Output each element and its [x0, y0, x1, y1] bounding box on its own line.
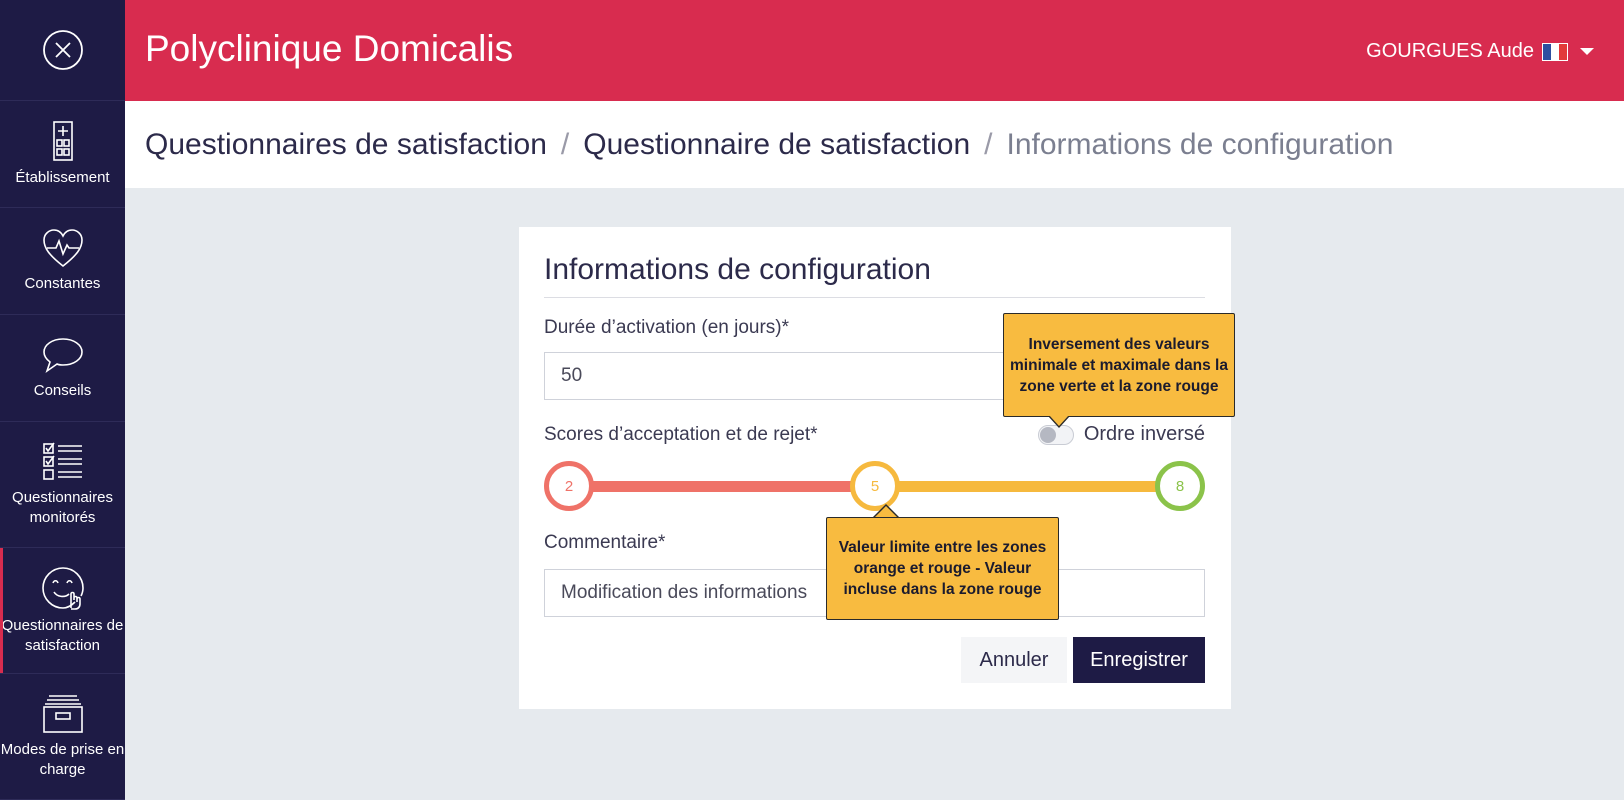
- sidebar-item-label: Questionnaires monitorés: [12, 488, 113, 526]
- sidebar-item-label: Établissement: [15, 169, 110, 186]
- sidebar-item-label: Conseils: [33, 382, 92, 399]
- chevron-down-icon: [1580, 48, 1594, 55]
- close-icon: [42, 30, 83, 70]
- reverse-order-tooltip: Inversement des valeurs minimale et maxi…: [1003, 313, 1235, 417]
- cancel-button[interactable]: Annuler: [961, 637, 1067, 683]
- smiley-icon: [41, 566, 85, 610]
- breadcrumb-separator: /: [560, 127, 570, 161]
- breadcrumb-current: Informations de configuration: [1006, 127, 1394, 161]
- red-zone-track: [568, 481, 874, 492]
- limit-value-tooltip: Valeur limite entre les zones orange et …: [826, 517, 1059, 620]
- configuration-card: Informations de configuration Durée d’ac…: [519, 227, 1231, 709]
- sidebar-item-questionnaires-satisfaction[interactable]: Questionnaires de satisfaction: [0, 548, 125, 674]
- checklist-icon: [42, 442, 84, 482]
- sidebar-item-modes-prise-en-charge[interactable]: Modes de prise en charge: [0, 674, 125, 800]
- app-title: Polyclinique Domicalis: [145, 28, 514, 69]
- tooltip-arrow: [1048, 415, 1070, 428]
- comment-label: Commentaire*: [544, 532, 666, 553]
- close-menu-button[interactable]: [0, 0, 125, 101]
- breadcrumb: Questionnaires de satisfaction / Questio…: [125, 101, 1624, 188]
- heart-pulse-icon: [41, 228, 85, 268]
- sidebar-item-etablissement[interactable]: Établissement: [0, 101, 125, 208]
- archive-box-icon: [41, 694, 85, 734]
- france-flag-icon: [1542, 42, 1568, 61]
- breadcrumb-separator: /: [984, 127, 993, 161]
- breadcrumb-link-questionnaire[interactable]: Questionnaire de satisfaction: [583, 128, 970, 162]
- divider: [544, 297, 1205, 298]
- orange-zone-track: [874, 481, 1181, 492]
- tooltip-arrow: [872, 504, 900, 519]
- duration-label: Durée d’activation (en jours)*: [544, 317, 790, 338]
- sidebar: Établissement Constantes Conseils Questi…: [0, 0, 125, 800]
- min-score-handle[interactable]: 2: [544, 461, 594, 511]
- card-title: Informations de configuration: [544, 253, 931, 286]
- user-menu[interactable]: GOURGUES Aude: [1366, 40, 1594, 63]
- sidebar-item-label: Questionnaires de satisfaction: [1, 616, 124, 654]
- save-button[interactable]: Enregistrer: [1073, 637, 1205, 683]
- speech-bubble-icon: [41, 335, 85, 375]
- breadcrumb-link-questionnaires[interactable]: Questionnaires de satisfaction: [145, 128, 547, 162]
- toggle-knob: [1039, 426, 1056, 443]
- top-header: Polyclinique Domicalis GOURGUES Aude: [125, 0, 1624, 101]
- hospital-icon: [51, 120, 75, 162]
- scores-label: Scores d’acceptation et de rejet*: [544, 424, 818, 445]
- sidebar-item-label: Constantes: [24, 275, 101, 292]
- user-name: GOURGUES Aude: [1366, 40, 1534, 62]
- reverse-order-label: Ordre inversé: [1083, 423, 1205, 445]
- form-actions: Annuler Enregistrer: [961, 637, 1205, 683]
- sidebar-item-conseils[interactable]: Conseils: [0, 315, 125, 422]
- sidebar-item-label: Modes de prise en charge: [0, 740, 125, 778]
- sidebar-item-constantes[interactable]: Constantes: [0, 208, 125, 315]
- sidebar-item-questionnaires-monitores[interactable]: Questionnaires monitorés: [0, 422, 125, 548]
- max-score-handle[interactable]: 8: [1155, 461, 1205, 511]
